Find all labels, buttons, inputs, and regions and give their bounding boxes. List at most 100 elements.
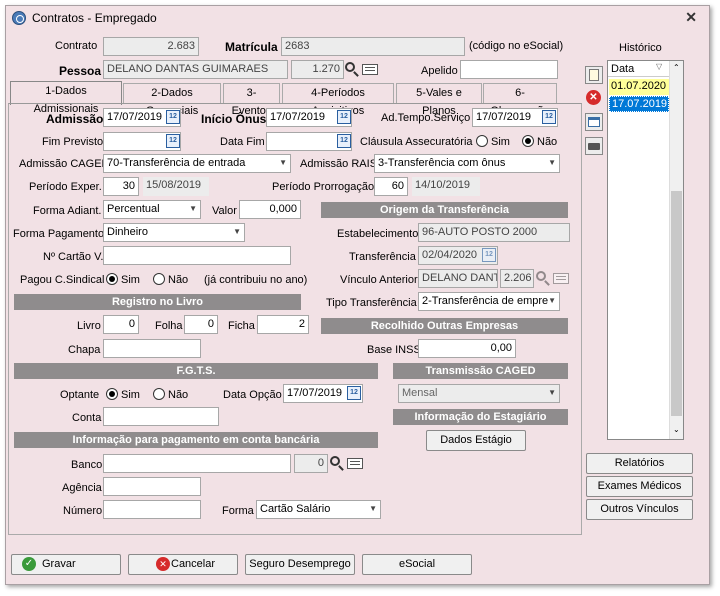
seguro-desemprego-button[interactable]: Seguro Desemprego: [245, 554, 355, 575]
historico-header[interactable]: Data ▽: [608, 61, 670, 77]
recolhido-section-title: Recolhido Outras Empresas: [321, 318, 568, 334]
conta-input[interactable]: [103, 407, 219, 426]
cancelar-button[interactable]: ✕ Cancelar: [128, 554, 238, 575]
ficha-label: Ficha: [228, 320, 255, 332]
vinculo-name-field: DELANO DANTA: [418, 269, 498, 288]
livro-input[interactable]: 0: [103, 315, 139, 334]
forma-adiant-select[interactable]: Percentual ▼: [103, 200, 201, 219]
relatorios-button[interactable]: Relatórios: [586, 453, 693, 474]
scrollbar-thumb[interactable]: [671, 191, 682, 416]
admissao-label: Admissão: [46, 112, 104, 126]
vinculo-card-icon: [553, 273, 569, 284]
rais-select[interactable]: 3-Transferência com ônus ▼: [374, 154, 560, 173]
scrollbar[interactable]: ⌃ ⌄: [669, 61, 683, 439]
printer-icon: [588, 143, 600, 150]
apelido-input[interactable]: [460, 60, 558, 79]
forma-select[interactable]: Cartão Salário ▼: [256, 500, 381, 519]
matricula-field[interactable]: 2683: [281, 37, 465, 56]
data-fim-label: Data Fim: [220, 136, 265, 148]
print-button[interactable]: [585, 137, 603, 155]
esocial-button[interactable]: eSocial: [362, 554, 472, 575]
base-inss-input[interactable]: 0,00: [418, 339, 516, 358]
clausula-sim-label: Sim: [491, 136, 510, 148]
exper-days-input[interactable]: 30: [103, 177, 139, 196]
outros-vinculos-button[interactable]: Outros Vínculos: [586, 499, 693, 520]
delete-button[interactable]: ✕: [585, 89, 603, 107]
chevron-up-icon[interactable]: ⌃: [673, 63, 680, 72]
numero-label: Número: [63, 505, 103, 517]
pagou-nao-radio[interactable]: [153, 273, 165, 285]
prorrog-days-input[interactable]: 60: [374, 177, 408, 196]
historico-list[interactable]: Data ▽ 01.07.2020 17.07.2019 ⌃ ⌄: [607, 60, 684, 440]
tab-dados-gerenciais[interactable]: 2-Dados Gerenciais: [123, 83, 221, 117]
banco-card-icon[interactable]: [347, 458, 363, 469]
window-button[interactable]: [585, 113, 603, 131]
tab-vales-planos[interactable]: 5-Vales e Planos: [396, 83, 482, 117]
estagiario-section-title: Informação do Estagiário: [393, 409, 568, 425]
estab-field: 96-AUTO POSTO 2000: [418, 223, 570, 242]
livro-label: Livro: [77, 320, 101, 332]
chevron-down-icon: ▼: [369, 504, 377, 513]
chevron-down-icon[interactable]: ⌄: [673, 425, 680, 434]
tipo-select[interactable]: 2-Transferência de empre ▼: [418, 292, 560, 311]
vinculo-label: Vínculo Anterior: [340, 274, 418, 286]
gravar-button[interactable]: ✓ Gravar: [11, 554, 121, 575]
pessoa-code-field[interactable]: 1.270: [291, 60, 344, 79]
edit-button[interactable]: [585, 66, 603, 84]
agencia-input[interactable]: [103, 477, 201, 496]
matricula-note: (código no eSocial): [469, 40, 564, 52]
forma-label: Forma: [222, 505, 254, 517]
window-title: Contratos - Empregado: [32, 11, 157, 25]
banco-search-button[interactable]: [329, 455, 347, 473]
clausula-label: Cláusula Assecuratória: [360, 136, 473, 148]
exames-medicos-button[interactable]: Exames Médicos: [586, 476, 693, 497]
historico-row[interactable]: 01.07.2020: [609, 79, 669, 95]
estab-label: Estabelecimento: [337, 228, 419, 240]
data-opcao-label: Data Opção: [223, 389, 282, 401]
calendar-icon[interactable]: 12: [337, 110, 351, 124]
caged-section-title: Transmissão CAGED: [393, 363, 568, 379]
title-bar: Contratos - Empregado ✕: [6, 6, 709, 30]
pagou-sim-label: Sim: [121, 274, 140, 286]
prorrog-label: Período Prorrogação: [272, 181, 375, 193]
optante-sim-radio[interactable]: [106, 388, 118, 400]
close-icon[interactable]: ✕: [685, 9, 697, 26]
cartao-input[interactable]: [103, 246, 291, 265]
search-icon: [536, 271, 546, 281]
forma-pag-select[interactable]: Dinheiro ▼: [103, 223, 245, 242]
historico-row[interactable]: 17.07.2019: [609, 96, 669, 112]
calendar-icon[interactable]: 12: [347, 386, 361, 400]
pessoa-name-field: DELANO DANTAS GUIMARAES: [103, 60, 288, 79]
matricula-label: Matrícula: [225, 40, 278, 54]
clausula-sim-radio[interactable]: [476, 135, 488, 147]
pessoa-card-icon[interactable]: [362, 64, 378, 75]
ficha-input[interactable]: 2: [257, 315, 309, 334]
chapa-label: Chapa: [68, 344, 101, 356]
valor-input[interactable]: 0,000: [239, 200, 301, 219]
chevron-down-icon: ▼: [548, 388, 556, 397]
fim-previsto-label: Fim Previsto: [42, 136, 104, 148]
clausula-nao-radio[interactable]: [522, 135, 534, 147]
pessoa-label: Pessoa: [59, 64, 102, 78]
calendar-icon[interactable]: 12: [337, 134, 351, 148]
optante-label: Optante: [60, 389, 100, 401]
optante-nao-radio[interactable]: [153, 388, 165, 400]
banco-name-field[interactable]: [103, 454, 291, 473]
tab-periodos-aquisitivos[interactable]: 4-Períodos Aquisitivos: [282, 83, 394, 117]
calendar-icon[interactable]: 12: [166, 110, 180, 124]
numero-input[interactable]: [103, 500, 201, 519]
tab-observacao[interactable]: 6-Observação: [483, 83, 557, 117]
conta-label: Conta: [72, 412, 102, 424]
banco-code-field[interactable]: 0: [294, 454, 328, 473]
vinculo-code-field: 2.206: [500, 269, 534, 288]
pessoa-search-button[interactable]: [344, 61, 362, 79]
tab-dados-admissionais[interactable]: 1-Dados Admissionais: [10, 81, 122, 115]
calendar-icon[interactable]: 12: [166, 134, 180, 148]
caged-select[interactable]: 70-Transferência de entrada ▼: [103, 154, 291, 173]
dados-estagio-button[interactable]: Dados Estágio: [426, 430, 526, 451]
tab-eventos[interactable]: 3-Eventos: [223, 83, 280, 117]
chapa-input[interactable]: [103, 339, 201, 358]
folha-input[interactable]: 0: [184, 315, 218, 334]
pagou-sim-radio[interactable]: [106, 273, 118, 285]
calendar-icon[interactable]: 12: [542, 110, 556, 124]
